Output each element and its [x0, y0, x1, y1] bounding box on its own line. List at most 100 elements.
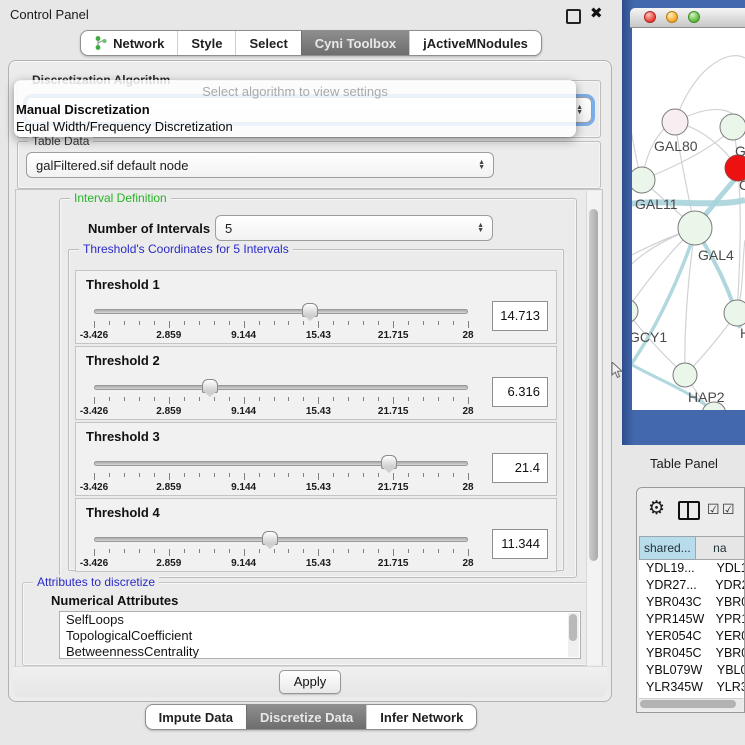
close-traffic-light-icon[interactable]	[644, 11, 656, 23]
table-row[interactable]: YDL19...YDL1	[639, 560, 744, 577]
node-label: GAL11	[635, 196, 678, 212]
tick-label: -3.426	[80, 558, 108, 569]
network-window-titlebar	[630, 8, 745, 28]
tick-label: 28	[462, 482, 473, 493]
attribute-item-topologicalcoefficient[interactable]: TopologicalCoefficient	[60, 628, 580, 644]
threshold-label: Threshold 2	[86, 353, 160, 368]
tick-label: 2.859	[156, 330, 181, 341]
tab-infer-network[interactable]: Infer Network	[366, 705, 476, 729]
table-data-combobox[interactable]: galFiltered.sif default node ▲▼	[26, 152, 494, 178]
mouse-cursor	[611, 362, 623, 380]
column-header-name[interactable]: na	[695, 536, 744, 560]
number-of-intervals-value: 5	[225, 221, 232, 236]
dropdown-item-manual-discretization[interactable]: Manual Discretization	[14, 101, 576, 118]
cell-name: YBR0	[709, 594, 744, 611]
float-window-icon[interactable]	[566, 9, 581, 24]
tick-label: -3.426	[80, 330, 108, 341]
network-node-h[interactable]	[724, 300, 745, 326]
checkbox-icon[interactable]: ☑	[707, 501, 720, 518]
threshold-slider[interactable]: -3.4262.8599.14415.4321.71528	[94, 309, 468, 343]
thresholds-title: Threshold's Coordinates for 5 Intervals	[79, 242, 293, 256]
table-row[interactable]: YBR043CYBR0	[639, 594, 744, 611]
table-row[interactable]: YPR145WYPR1	[639, 611, 744, 628]
threshold-value-field[interactable]: 11.344	[492, 529, 548, 559]
network-node-ga[interactable]	[720, 114, 745, 140]
number-of-intervals-combobox[interactable]: 5 ▲▼	[215, 215, 493, 241]
network-canvas[interactable]: GAL80GACGAL11GAL4GCY1HHAP2	[632, 28, 745, 410]
slider-track	[94, 309, 468, 314]
table-row[interactable]: YER054CYER0	[639, 628, 744, 645]
node-label: GCY1	[632, 329, 667, 345]
tab-cyni-toolbox[interactable]: Cyni Toolbox	[301, 31, 409, 55]
node-label: HAP2	[688, 389, 725, 405]
network-edge	[632, 68, 642, 180]
tick-label: 21.715	[378, 482, 409, 493]
tab-network[interactable]: Network	[81, 31, 177, 55]
tick-label: 15.43	[306, 406, 331, 417]
slider-thumb[interactable]	[202, 379, 218, 393]
attribute-item-selfloops[interactable]: SelfLoops	[60, 612, 580, 628]
dropdown-item-equal-width-frequency-discretization[interactable]: Equal Width/Frequency Discretization	[14, 118, 576, 135]
tab-style[interactable]: Style	[177, 31, 235, 55]
tab-label: jActiveMNodules	[423, 36, 528, 51]
table-panel: ⚙ ☑ ☑ shared... na YDL19...YDL1YDR27...Y…	[636, 487, 745, 713]
threshold-label: Threshold 1	[86, 277, 160, 292]
threshold-slider[interactable]: -3.4262.8599.14415.4321.71528	[94, 537, 468, 571]
network-node-hap2[interactable]	[673, 363, 697, 387]
table-row[interactable]: YDR27...YDR2	[639, 577, 744, 594]
tick-label: 15.43	[306, 330, 331, 341]
numerical-attributes-list[interactable]: SelfLoopsTopologicalCoefficientBetweenne…	[59, 611, 581, 659]
cell-name: YPR1	[709, 611, 744, 628]
cell-shared-name: YER054C	[639, 628, 709, 645]
slider-track	[94, 461, 468, 466]
threshold-slider[interactable]: -3.4262.8599.14415.4321.71528	[94, 461, 468, 495]
tab-label: Discretize Data	[260, 710, 353, 725]
threshold-slider[interactable]: -3.4262.8599.14415.4321.71528	[94, 385, 468, 419]
checkbox-icon[interactable]: ☑	[722, 501, 735, 518]
slider-thumb[interactable]	[302, 303, 318, 317]
combo-arrows-icon: ▲▼	[478, 153, 485, 177]
threshold-value-field[interactable]: 21.4	[492, 453, 548, 483]
table-data-value: galFiltered.sif default node	[36, 158, 188, 173]
table-header-row: shared... na	[639, 536, 744, 560]
threshold-value-field[interactable]: 14.713	[492, 301, 548, 331]
cell-shared-name: YBL079W	[639, 662, 710, 679]
tab-discretize-data[interactable]: Discretize Data	[246, 705, 366, 729]
network-node-gcy1[interactable]	[632, 299, 638, 323]
table-horizontal-scrollbar[interactable]	[639, 698, 743, 710]
slider-thumb[interactable]	[262, 531, 278, 545]
network-node-gal4[interactable]	[678, 211, 712, 245]
split-view-icon[interactable]	[678, 501, 700, 520]
bottom-tabs: Impute Data Discretize Data Infer Network	[145, 704, 478, 730]
zoom-traffic-light-icon[interactable]	[688, 11, 700, 23]
attribute-item-betweennesscentrality[interactable]: BetweennessCentrality	[60, 644, 580, 659]
tab-jactivemnodules[interactable]: jActiveMNodules	[409, 31, 541, 55]
table-row[interactable]: YBL079WYBL0	[639, 662, 744, 679]
threshold-value-field[interactable]: 6.316	[492, 377, 548, 407]
dropdown-prompt-item[interactable]: Select algorithm to view settings	[14, 83, 576, 101]
node-label: H	[740, 325, 745, 341]
tab-impute-data[interactable]: Impute Data	[146, 705, 246, 729]
table-row[interactable]: YLR345WYLR3	[639, 679, 744, 696]
slider-thumb[interactable]	[381, 455, 397, 469]
close-icon[interactable]: ✖	[590, 5, 603, 23]
bottom-tab-bar: Impute Data Discretize Data Infer Network	[0, 704, 622, 730]
settings-vertical-scrollbar[interactable]	[586, 191, 601, 665]
tab-select[interactable]: Select	[235, 31, 300, 55]
attributes-list-scrollbar[interactable]	[568, 613, 579, 657]
cell-name: YBL0	[710, 662, 744, 679]
cell-shared-name: YBR045C	[639, 645, 709, 662]
gear-icon[interactable]: ⚙	[648, 497, 665, 520]
table-panel-title: Table Panel	[650, 456, 718, 471]
column-header-shared-name[interactable]: shared...	[639, 536, 695, 560]
apply-button[interactable]: Apply	[279, 670, 341, 694]
tick-label: 15.43	[306, 482, 331, 493]
table-row[interactable]: YBR045CYBR0	[639, 645, 744, 662]
slider-track	[94, 385, 468, 390]
network-node-gal11[interactable]	[632, 167, 655, 193]
tick-label: 2.859	[156, 558, 181, 569]
minimize-traffic-light-icon[interactable]	[666, 11, 678, 23]
threshold-2-box: Threshold 2 -3.4262.8599.14415.4321.71528…	[75, 346, 557, 420]
tick-label: 9.144	[231, 558, 256, 569]
network-node-gal80[interactable]	[662, 109, 688, 135]
